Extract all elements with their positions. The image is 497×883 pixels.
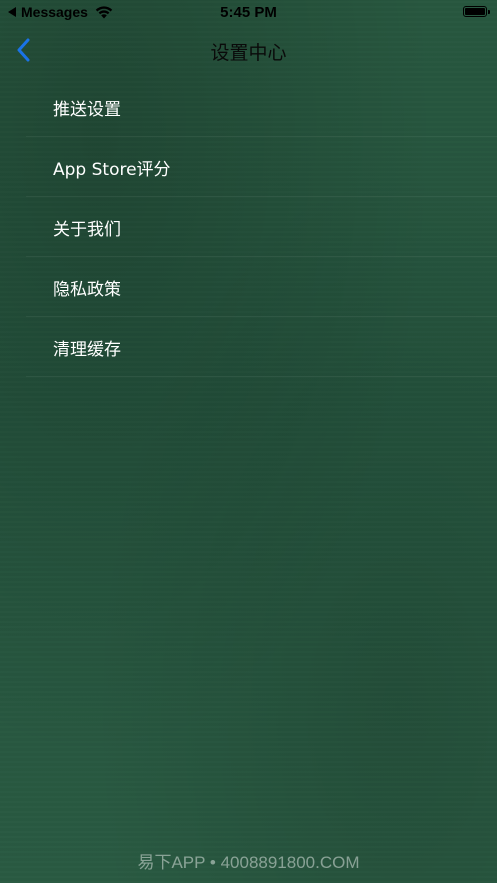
menu-item-push-settings[interactable]: 推送设置 [0, 77, 497, 137]
menu-item-privacy-policy[interactable]: 隐私政策 [0, 257, 497, 317]
menu-item-label: App Store评分 [53, 159, 171, 180]
navigation-bar: 设置中心 [0, 26, 497, 74]
settings-menu: 推送设置 App Store评分 关于我们 隐私政策 清理缓存 [0, 77, 497, 377]
menu-item-label: 清理缓存 [53, 339, 121, 360]
menu-item-label: 隐私政策 [53, 279, 121, 300]
status-time: 5:45 PM [220, 4, 277, 21]
status-bar: Messages 5:45 PM [0, 0, 497, 26]
page-title: 设置中心 [210, 42, 287, 64]
menu-item-clear-cache[interactable]: 清理缓存 [0, 317, 497, 377]
battery-icon [463, 6, 490, 17]
menu-item-label: 推送设置 [53, 99, 121, 120]
menu-item-app-store-rating[interactable]: App Store评分 [0, 137, 497, 197]
watermark: 易下APP • 4008891800.COM [137, 853, 360, 872]
settings-screen: Messages 5:45 PM 设置中心 推送设置 App Store评分 关… [0, 0, 497, 883]
menu-item-about-us[interactable]: 关于我们 [0, 197, 497, 257]
menu-item-label: 关于我们 [53, 219, 121, 240]
